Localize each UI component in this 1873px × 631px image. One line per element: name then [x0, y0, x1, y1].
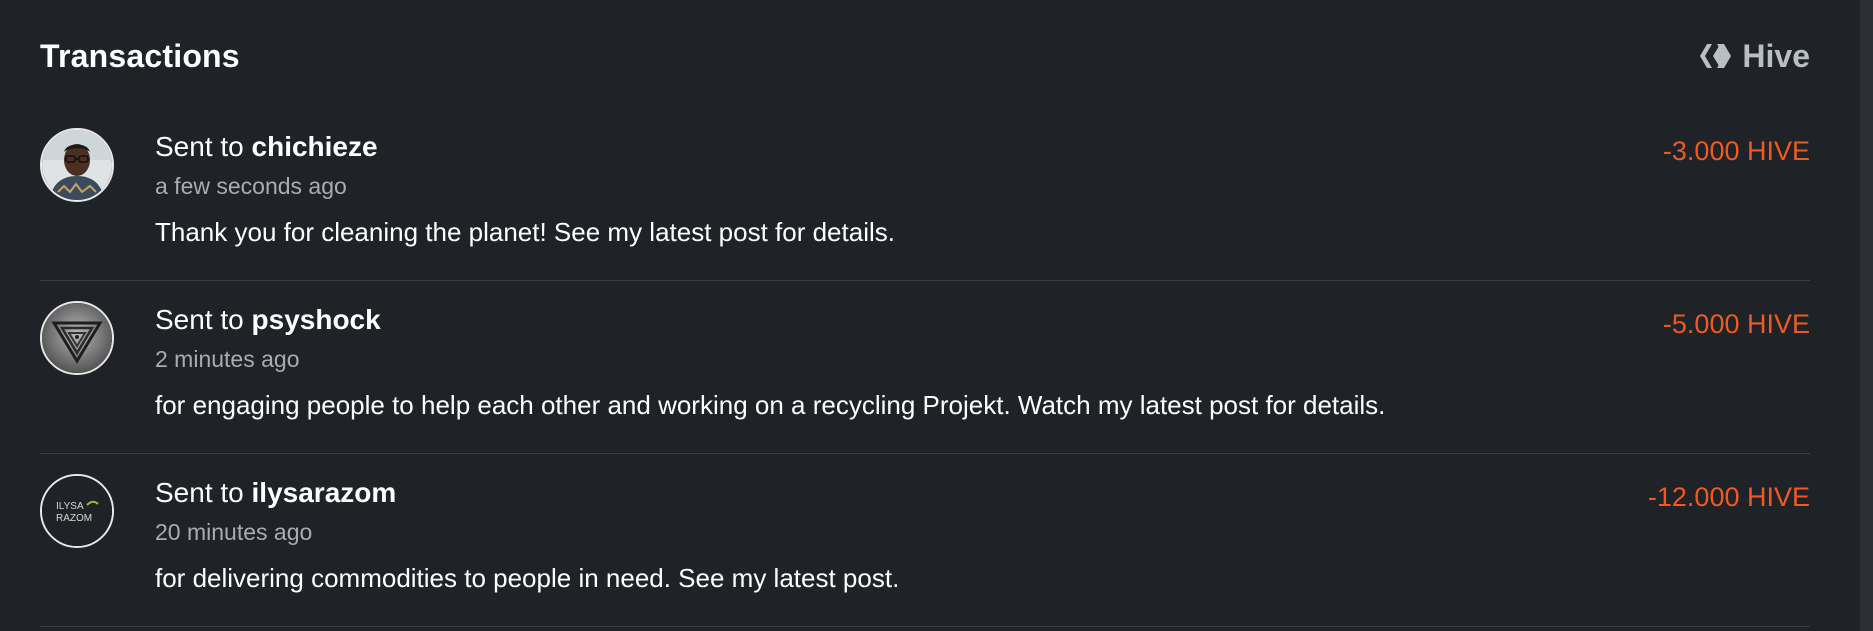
transaction-details: Sent to chichieze a few seconds ago Than…: [155, 130, 1550, 248]
transaction-direction: Sent to: [155, 131, 244, 162]
transaction-row[interactable]: Sent to chichieze a few seconds ago Than…: [40, 108, 1810, 281]
transaction-memo: for engaging people to help each other a…: [155, 390, 1386, 420]
transaction-amount: -3.000 HIVE: [1662, 136, 1810, 166]
transaction-details: Sent to ilysarazom 20 minutes ago for de…: [155, 476, 1550, 594]
transaction-title: Sent to ilysarazom: [155, 476, 1550, 510]
transaction-direction: Sent to: [155, 304, 244, 335]
recipient-link[interactable]: ilysarazom: [252, 477, 397, 508]
ilysa-razom-logo-avatar: ILYSA RAZOM: [42, 476, 112, 546]
transaction-row[interactable]: ILYSA RAZOM Sent to ilysarazom 20 minute…: [40, 454, 1810, 627]
profile-photo-avatar: [42, 130, 112, 200]
panel-header: Transactions Hive: [40, 30, 1810, 82]
avatar[interactable]: [40, 128, 114, 202]
scrollbar[interactable]: [1860, 0, 1873, 631]
transaction-time: 2 minutes ago: [155, 346, 300, 372]
transactions-panel: Transactions Hive Sent to chichieze a fe…: [0, 0, 1860, 631]
recipient-link[interactable]: psyshock: [252, 304, 381, 335]
transaction-amount: -12.000 HIVE: [1647, 482, 1810, 512]
svg-text:RAZOM: RAZOM: [56, 513, 92, 524]
transaction-list: Sent to chichieze a few seconds ago Than…: [40, 108, 1810, 627]
transaction-title: Sent to psyshock: [155, 303, 1550, 337]
avatar[interactable]: ILYSA RAZOM: [40, 474, 114, 548]
hive-logo-icon: [1698, 40, 1734, 72]
transaction-memo: for delivering commodities to people in …: [155, 563, 900, 593]
transaction-details: Sent to psyshock 2 minutes ago for engag…: [155, 303, 1550, 421]
transaction-row[interactable]: Sent to psyshock 2 minutes ago for engag…: [40, 281, 1810, 454]
recipient-link[interactable]: chichieze: [252, 131, 378, 162]
network-label: Hive: [1742, 37, 1810, 74]
network-selector[interactable]: Hive: [1698, 38, 1810, 75]
transaction-memo: Thank you for cleaning the planet! See m…: [155, 217, 895, 247]
page-title: Transactions: [40, 37, 240, 74]
transaction-time: 20 minutes ago: [155, 519, 313, 545]
svg-text:ILYSA: ILYSA: [56, 501, 84, 512]
transaction-direction: Sent to: [155, 477, 244, 508]
avatar[interactable]: [40, 301, 114, 375]
transaction-time: a few seconds ago: [155, 173, 347, 199]
transaction-title: Sent to chichieze: [155, 130, 1550, 164]
triangle-spiral-avatar: [42, 303, 112, 373]
transaction-amount: -5.000 HIVE: [1662, 309, 1810, 339]
